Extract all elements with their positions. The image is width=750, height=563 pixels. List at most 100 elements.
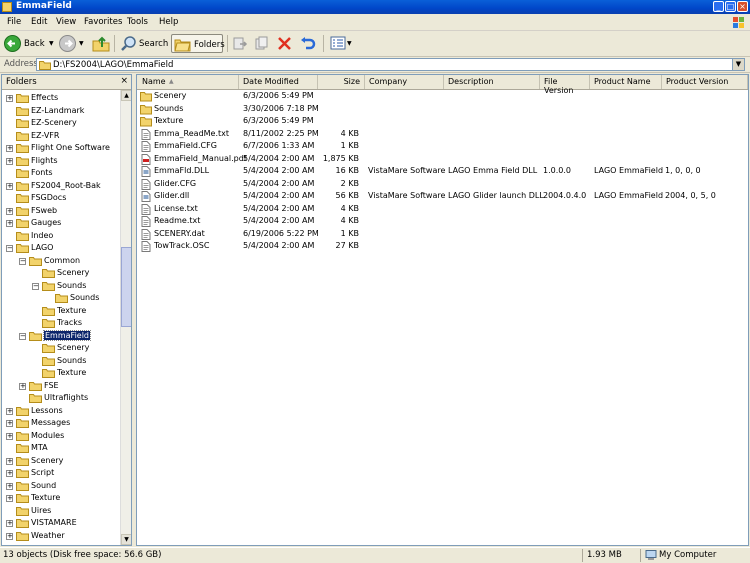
views-button[interactable]: ▼ <box>328 34 354 53</box>
minimize-button[interactable]: _ <box>713 1 724 12</box>
menu-favorites[interactable]: Favorites <box>84 17 122 27</box>
expand-icon[interactable]: + <box>6 457 13 465</box>
move-to-icon[interactable] <box>232 36 248 51</box>
chevron-down-icon[interactable]: ▼ <box>79 40 84 47</box>
expand-icon[interactable]: + <box>6 157 13 165</box>
column-header-product-name[interactable]: Product Name <box>590 75 662 89</box>
up-folder-button[interactable] <box>91 34 111 53</box>
expand-icon[interactable]: + <box>6 495 13 502</box>
folder-icon <box>16 456 29 466</box>
status-bar: 13 objects (Disk free space: 56.6 GB) 1.… <box>0 547 750 563</box>
expand-icon[interactable]: + <box>6 145 13 152</box>
expand-icon[interactable]: + <box>6 207 13 215</box>
cell-date: 5/4/2004 2:00 AM <box>243 216 315 225</box>
column-header-company[interactable]: Company <box>365 75 444 89</box>
file-row[interactable]: EmmaField.CFG 6/7/2006 1:33 AM 1 KB <box>137 140 748 152</box>
column-header-file-version[interactable]: File Version <box>540 75 590 95</box>
folder-icon <box>16 219 29 228</box>
expand-icon[interactable]: + <box>6 520 13 527</box>
file-row[interactable]: Readme.txt 5/4/2004 2:00 AM 4 KB <box>137 215 748 227</box>
expand-icon[interactable]: + <box>19 382 26 390</box>
file-row[interactable]: Emma_ReadMe.txt 8/11/2002 2:25 PM 4 KB <box>137 128 748 140</box>
file-row[interactable]: TowTrack.OSC 5/4/2004 2:00 AM 27 KB <box>137 240 748 252</box>
cell-size: 4 KB <box>340 128 359 138</box>
file-row[interactable]: Glider.CFG 5/4/2004 2:00 AM 2 KB <box>137 178 748 190</box>
folder-icon <box>42 344 55 353</box>
cell-size: 2 KB <box>340 178 359 188</box>
file-row[interactable]: License.txt 5/4/2004 2:00 AM 4 KB <box>137 203 748 215</box>
tree-item-label: Scenery <box>57 343 90 352</box>
cell-date: 3/30/2006 7:18 PM <box>243 103 319 113</box>
cell-name: Sounds <box>154 103 184 113</box>
column-header-name[interactable]: Name ▲ <box>137 75 239 89</box>
search-button[interactable]: Search <box>118 34 168 53</box>
folder-icon <box>16 406 29 416</box>
file-row[interactable]: SCENERY.dat 6/19/2006 5:22 PM 1 KB <box>137 228 748 240</box>
expand-icon[interactable]: + <box>6 407 13 415</box>
folder-icon <box>16 481 29 491</box>
cell-date: 6/7/2006 1:33 AM <box>243 141 315 150</box>
file-row[interactable]: EmmaFld.DLL 5/4/2004 2:00 AM 16 KB VistaMar… <box>137 165 748 177</box>
expand-icon[interactable]: + <box>6 432 13 440</box>
copy-to-icon[interactable] <box>254 36 270 51</box>
expand-icon[interactable]: + <box>6 482 13 490</box>
cell-file-version: 1.0.0.0 <box>543 166 571 175</box>
tree-item-label: Gauges <box>31 218 62 227</box>
file-list-pane: Name ▲ Date Modified Size Company Descrip… <box>136 74 749 546</box>
collapse-icon[interactable]: − <box>19 332 26 340</box>
column-header-size[interactable]: Size <box>318 75 365 89</box>
chevron-down-icon[interactable]: ▼ <box>732 59 744 70</box>
folders-label: Folders <box>194 40 225 50</box>
menu-help[interactable]: Help <box>159 17 178 27</box>
folder-icon <box>16 494 29 503</box>
tree-item-label: Scenery <box>31 455 64 465</box>
expand-icon[interactable]: + <box>6 470 13 477</box>
toolbar-separator <box>323 35 324 52</box>
expand-icon[interactable]: + <box>6 220 13 227</box>
expand-icon[interactable]: + <box>6 95 13 102</box>
vertical-scrollbar[interactable]: ▲ ▼ <box>120 90 131 545</box>
column-headers: Name ▲ Date Modified Size Company Descrip… <box>137 75 748 95</box>
file-row[interactable]: Scenery 6/3/2006 5:49 PM <box>137 90 748 102</box>
chevron-down-icon[interactable]: ▼ <box>347 40 352 47</box>
forward-button[interactable]: ▼ <box>58 34 86 53</box>
text-file-icon <box>141 128 151 140</box>
close-icon[interactable]: × <box>120 76 128 86</box>
title-bar[interactable]: EmmaField _ □ × <box>0 0 750 14</box>
file-row[interactable]: Sounds 3/30/2006 7:18 PM <box>137 103 748 115</box>
scroll-up-button[interactable]: ▲ <box>121 90 131 101</box>
folder-icon <box>29 381 42 391</box>
menu-view[interactable]: View <box>56 17 76 27</box>
file-row[interactable]: Glider.dll 5/4/2004 2:00 AM 56 KB VistaMare… <box>137 190 748 202</box>
column-header-date[interactable]: Date Modified <box>239 75 318 89</box>
expand-icon[interactable]: + <box>6 420 13 427</box>
folder-icon <box>16 156 29 166</box>
delete-icon[interactable] <box>277 36 292 51</box>
maximize-button[interactable]: □ <box>725 1 736 12</box>
back-button[interactable]: Back ▼ <box>3 34 55 53</box>
scroll-down-button[interactable]: ▼ <box>121 534 131 545</box>
collapse-icon[interactable]: − <box>32 282 39 290</box>
tree-item-label: VISTAMARE <box>31 518 77 527</box>
address-input[interactable]: D:\FS2004\LAGO\EmmaField ▼ <box>36 58 745 71</box>
scroll-thumb[interactable] <box>121 247 131 327</box>
collapse-icon[interactable]: − <box>6 245 13 252</box>
menu-file[interactable]: File <box>7 17 21 27</box>
folder-icon <box>16 531 29 541</box>
column-header-description[interactable]: Description <box>444 75 540 89</box>
close-button[interactable]: × <box>737 1 748 12</box>
cell-name: License.txt <box>154 203 198 213</box>
chevron-down-icon[interactable]: ▼ <box>49 40 54 47</box>
file-row[interactable]: Texture 6/3/2006 5:49 PM <box>137 115 748 127</box>
folders-button[interactable]: Folders <box>171 34 225 53</box>
menu-edit[interactable]: Edit <box>31 17 47 27</box>
column-header-product-version[interactable]: Product Version <box>662 75 748 89</box>
tree-item-label: Indeo <box>31 230 54 240</box>
expand-icon[interactable]: + <box>6 532 13 540</box>
collapse-icon[interactable]: − <box>19 257 26 265</box>
text-file-icon <box>141 241 151 252</box>
file-row[interactable]: EmmaField_Manual.pdf 5/4/2004 2:00 AM 1,87… <box>137 153 748 165</box>
undo-icon[interactable] <box>300 36 316 51</box>
menu-tools[interactable]: Tools <box>127 17 148 27</box>
expand-icon[interactable]: + <box>6 182 13 190</box>
